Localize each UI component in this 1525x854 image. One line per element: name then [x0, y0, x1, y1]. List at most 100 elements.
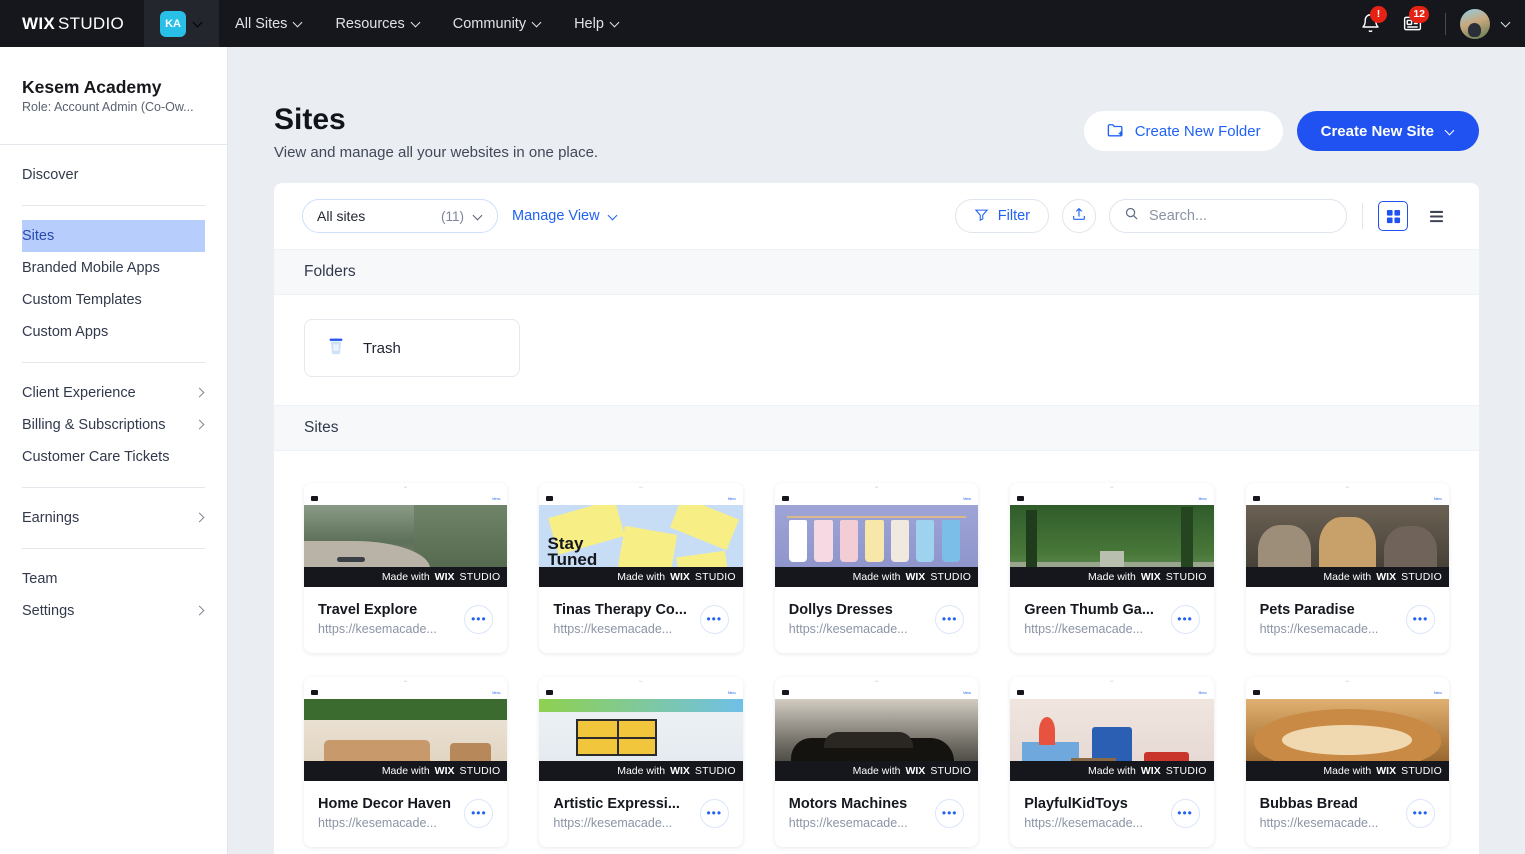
avatar[interactable]	[1460, 9, 1490, 39]
account-switcher[interactable]: KA	[144, 0, 219, 47]
notifications-badge: !	[1370, 6, 1387, 23]
site-card[interactable]: ••• Menu Made with WIX STUDIO Home Decor…	[304, 677, 507, 847]
site-name: Pets Paradise	[1260, 602, 1398, 618]
thumbnail-browser-bar: •••	[775, 677, 978, 686]
site-actions-menu-button[interactable]: •••	[1171, 799, 1200, 828]
site-thumbnail[interactable]: ••• Menu Made with WIX STUDIO	[1010, 677, 1213, 781]
top-nav-item-label: Help	[574, 16, 604, 32]
made-with-studio: STUDIO	[930, 765, 971, 777]
sidebar-item-client-experience[interactable]: Client Experience	[22, 377, 205, 409]
site-thumbnail[interactable]: ••• Menu Made with WIX STUDIO	[304, 483, 507, 587]
site-actions-menu-button[interactable]: •••	[464, 799, 493, 828]
site-actions-menu-button[interactable]: •••	[1171, 605, 1200, 634]
thumbnail-nav: Menu	[1199, 691, 1207, 695]
top-nav-item-help[interactable]: Help	[558, 0, 636, 47]
thumbnail-nav: Menu	[728, 691, 736, 695]
site-actions-menu-button[interactable]: •••	[935, 799, 964, 828]
site-card[interactable]: ••• Menu Made with WIX STUDIO Pets Parad…	[1246, 483, 1449, 653]
site-actions-menu-button[interactable]: •••	[1406, 605, 1435, 634]
grid-view-button[interactable]	[1378, 201, 1408, 231]
site-thumbnail[interactable]: ••• Menu Made with WIX STUDIO	[775, 677, 978, 781]
create-new-folder-button[interactable]: Create New Folder	[1084, 111, 1283, 151]
thumbnail-browser-bar: •••	[304, 483, 507, 492]
site-thumbnail[interactable]: ••• Menu Made with WIX STUDIO	[1246, 677, 1449, 781]
site-card[interactable]: ••• Menu Made with WIX STUDIO Green Thum…	[1010, 483, 1213, 653]
site-actions-menu-button[interactable]: •••	[1406, 799, 1435, 828]
sidebar-item-branded-mobile-apps[interactable]: Branded Mobile Apps	[22, 252, 205, 284]
sidebar-group: TeamSettings	[22, 548, 205, 641]
list-view-button[interactable]	[1421, 201, 1451, 231]
sidebar-item-settings[interactable]: Settings	[22, 595, 205, 627]
page-title: Sites	[274, 103, 598, 136]
site-card[interactable]: ••• Menu Made with WIX STUDIO Artistic E…	[539, 677, 742, 847]
site-thumbnail[interactable]: ••• Menu Made with WIX STUDIO	[304, 677, 507, 781]
made-with-wix: WIX	[1376, 765, 1396, 777]
folder-plus-icon	[1106, 120, 1125, 143]
notifications-button[interactable]: !	[1351, 5, 1389, 43]
filter-button[interactable]: Filter	[955, 199, 1049, 233]
trash-icon	[325, 335, 347, 362]
site-thumbnail[interactable]: ••• Menu StayTuned Made with WIX STUDIO	[539, 483, 742, 587]
made-with-prefix: Made with	[382, 765, 430, 777]
sidebar-item-sites[interactable]: Sites	[22, 220, 205, 252]
sidebar-item-earnings[interactable]: Earnings	[22, 502, 205, 534]
site-actions-menu-button[interactable]: •••	[935, 605, 964, 634]
site-thumbnail[interactable]: ••• Menu Made with WIX STUDIO	[775, 483, 978, 587]
top-bar-actions: ! 12	[1351, 0, 1525, 47]
sidebar-item-customer-care-tickets[interactable]: Customer Care Tickets	[22, 441, 205, 473]
chevron-right-icon	[197, 389, 205, 397]
thumbnail-hero: Made with WIX STUDIO	[775, 505, 978, 587]
made-with-studio: STUDIO	[1166, 765, 1207, 777]
manage-view-dropdown[interactable]: Manage View	[512, 208, 618, 224]
folder-card-trash[interactable]: Trash	[304, 319, 520, 377]
site-card[interactable]: ••• Menu Made with WIX STUDIO Travel Exp…	[304, 483, 507, 653]
site-thumbnail[interactable]: ••• Menu Made with WIX STUDIO	[1010, 483, 1213, 587]
sidebar-item-team[interactable]: Team	[22, 563, 205, 595]
top-nav-item-label: All Sites	[235, 16, 287, 32]
site-card[interactable]: ••• Menu Made with WIX STUDIO PlayfulKid…	[1010, 677, 1213, 847]
updates-button[interactable]: 12	[1393, 5, 1431, 43]
sidebar-nav: Discover SitesBranded Mobile AppsCustom T…	[0, 145, 227, 641]
avatar-chevron-down-icon[interactable]	[1502, 19, 1511, 28]
site-card[interactable]: ••• Menu Made with WIX STUDIO Dollys Dre…	[775, 483, 978, 653]
thumbnail-browser-bar: •••	[1246, 677, 1449, 686]
sidebar-item-custom-templates[interactable]: Custom Templates	[22, 284, 205, 316]
site-actions-menu-button[interactable]: •••	[700, 605, 729, 634]
site-card[interactable]: ••• Menu Made with WIX STUDIO Motors Mac…	[775, 677, 978, 847]
thumbnail-logo-icon	[1017, 690, 1024, 695]
thumbnail-site-header: Menu	[775, 686, 978, 699]
site-card-body: PlayfulKidToys https://kesemacade... •••	[1010, 781, 1213, 847]
search-input[interactable]	[1149, 208, 1332, 224]
create-new-site-button[interactable]: Create New Site	[1297, 111, 1479, 151]
site-card-texts: Artistic Expressi... https://kesemacade.…	[553, 796, 691, 830]
sidebar-item-discover[interactable]: Discover	[0, 159, 227, 191]
view-filter-dropdown[interactable]: All sites (11)	[302, 199, 498, 233]
site-card-body: Green Thumb Ga... https://kesemacade... …	[1010, 587, 1213, 653]
export-button[interactable]	[1062, 199, 1096, 233]
filter-label: Filter	[998, 208, 1030, 224]
made-with-studio: STUDIO	[1166, 571, 1207, 583]
create-new-folder-label: Create New Folder	[1135, 123, 1261, 140]
site-card[interactable]: ••• Menu Made with WIX STUDIO Bubbas Bre…	[1246, 677, 1449, 847]
wix-studio-logo[interactable]: WIX STUDIO	[0, 0, 144, 47]
top-nav-item-label: Community	[453, 16, 526, 32]
chevron-down-icon	[533, 19, 542, 28]
site-card[interactable]: ••• Menu StayTuned Made with WIX STUDIO …	[539, 483, 742, 653]
site-thumbnail[interactable]: ••• Menu Made with WIX STUDIO	[1246, 483, 1449, 587]
site-actions-menu-button[interactable]: •••	[700, 799, 729, 828]
site-actions-menu-button[interactable]: •••	[464, 605, 493, 634]
sidebar-item-billing-subscriptions[interactable]: Billing & Subscriptions	[22, 409, 205, 441]
site-card-texts: PlayfulKidToys https://kesemacade...	[1024, 796, 1162, 830]
site-thumbnail[interactable]: ••• Menu Made with WIX STUDIO	[539, 677, 742, 781]
made-with-wix-banner: Made with WIX STUDIO	[775, 761, 978, 781]
top-nav-item-community[interactable]: Community	[437, 0, 558, 47]
view-filter-count: (11)	[441, 209, 464, 224]
top-nav-item-all-sites[interactable]: All Sites	[219, 0, 319, 47]
sidebar-item-custom-apps[interactable]: Custom Apps	[22, 316, 205, 348]
toolbar-divider	[1362, 203, 1363, 229]
made-with-wix-banner: Made with WIX STUDIO	[775, 567, 978, 587]
search-box[interactable]	[1109, 199, 1347, 233]
top-nav-item-resources[interactable]: Resources	[319, 0, 436, 47]
thumbnail-logo-icon	[782, 690, 789, 695]
thumbnail-browser-bar: •••	[1010, 677, 1213, 686]
